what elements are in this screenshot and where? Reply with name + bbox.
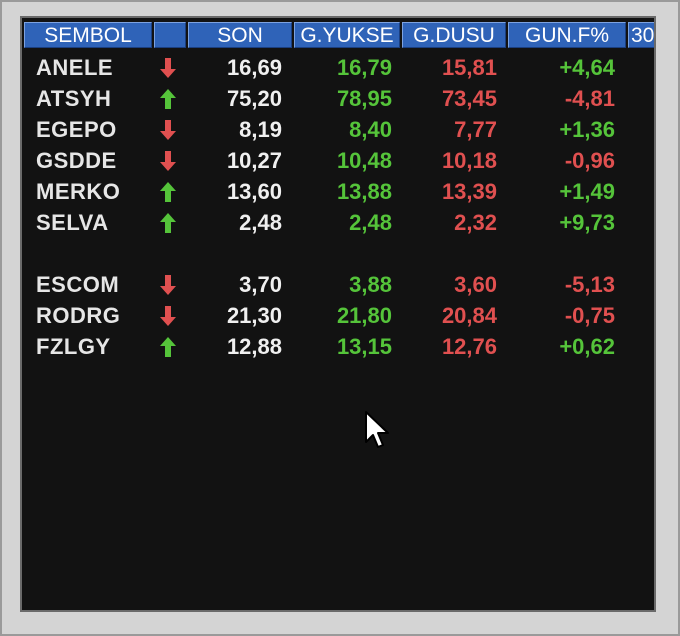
day-high-cell: 3,88	[349, 272, 392, 297]
day-low-cell: 10,18	[441, 148, 497, 173]
symbol-cell: ATSYH	[36, 86, 112, 111]
table-row[interactable]: SELVA 2,48 2,48 2,32 +9,73	[22, 207, 654, 238]
table-row[interactable]: EGEPO 8,19 8,40 7,77 +1,36	[22, 114, 654, 145]
day-high-cell: 10,48	[336, 148, 392, 173]
arrow-down-icon	[158, 269, 182, 300]
column-header-extra[interactable]: 30	[628, 22, 654, 48]
stock-table-panel: SEMBOL SON G.YUKSE G.DUSU GUN.F% 30 ANEL…	[20, 16, 656, 612]
day-low-cell: 73,45	[441, 86, 497, 111]
symbol-cell: GSDDE	[36, 148, 117, 173]
table-row[interactable]: GSDDE 10,27 10,48 10,18 -0,96	[22, 145, 654, 176]
last-price-cell: 75,20	[226, 86, 282, 111]
day-high-cell: 8,40	[349, 117, 392, 142]
daily-change-cell: -0,96	[564, 148, 615, 173]
symbol-cell: EGEPO	[36, 117, 117, 142]
arrow-down-icon	[158, 145, 182, 176]
day-low-cell: 15,81	[441, 55, 497, 80]
daily-change-cell: +1,36	[559, 117, 615, 142]
column-header-symbol[interactable]: SEMBOL	[24, 22, 152, 48]
arrow-down-icon	[158, 52, 182, 83]
daily-change-cell: +1,49	[559, 179, 615, 204]
day-low-cell: 20,84	[441, 303, 497, 328]
column-header-direction[interactable]	[154, 22, 186, 48]
table-row[interactable]: MERKO 13,60 13,88 13,39 +1,49	[22, 176, 654, 207]
mouse-pointer-icon	[364, 410, 390, 455]
table-header: SEMBOL SON G.YUKSE G.DUSU GUN.F% 30	[22, 18, 654, 50]
symbol-cell: ANELE	[36, 55, 114, 80]
symbol-cell: RODRG	[36, 303, 121, 328]
last-price-cell: 13,60	[226, 179, 282, 204]
table-row[interactable]: FZLGY 12,88 13,15 12,76 +0,62	[22, 331, 654, 362]
symbol-cell: MERKO	[36, 179, 121, 204]
daily-change-cell: -0,75	[564, 303, 615, 328]
column-header-son[interactable]: SON	[188, 22, 292, 48]
arrow-up-icon	[158, 207, 182, 238]
arrow-down-icon	[158, 114, 182, 145]
day-low-cell: 3,60	[454, 272, 497, 297]
symbol-cell: FZLGY	[36, 334, 111, 359]
last-price-cell: 21,30	[226, 303, 282, 328]
day-low-cell: 12,76	[441, 334, 497, 359]
daily-change-cell: +0,62	[559, 334, 615, 359]
last-price-cell: 10,27	[226, 148, 282, 173]
table-row[interactable]: RODRG 21,30 21,80 20,84 -0,75	[22, 300, 654, 331]
day-high-cell: 2,48	[349, 210, 392, 235]
day-low-cell: 13,39	[441, 179, 497, 204]
daily-change-cell: +9,73	[559, 210, 615, 235]
day-low-cell: 2,32	[454, 210, 497, 235]
last-price-cell: 2,48	[239, 210, 282, 235]
symbol-cell: SELVA	[36, 210, 109, 235]
arrow-up-icon	[158, 176, 182, 207]
last-price-cell: 8,19	[239, 117, 282, 142]
window-frame: SEMBOL SON G.YUKSE G.DUSU GUN.F% 30 ANEL…	[0, 0, 680, 636]
day-high-cell: 78,95	[336, 86, 392, 111]
day-high-cell: 13,88	[336, 179, 392, 204]
day-high-cell: 16,79	[336, 55, 392, 80]
day-high-cell: 13,15	[336, 334, 392, 359]
day-low-cell: 7,77	[454, 117, 497, 142]
table-body: ANELE 16,69 16,79 15,81 +4,64 ATSYH 75,20 78,95…	[22, 52, 654, 362]
last-price-cell: 12,88	[226, 334, 282, 359]
symbol-cell: ESCOM	[36, 272, 120, 297]
daily-change-cell: -4,81	[564, 86, 615, 111]
column-header-low[interactable]: G.DUSU	[402, 22, 506, 48]
table-row[interactable]: ANELE 16,69 16,79 15,81 +4,64	[22, 52, 654, 83]
daily-change-cell: +4,64	[559, 55, 615, 80]
daily-change-cell: -5,13	[564, 272, 615, 297]
table-row[interactable]: ESCOM 3,70 3,88 3,60 -5,13	[22, 269, 654, 300]
arrow-down-icon	[158, 300, 182, 331]
arrow-up-icon	[158, 331, 182, 362]
column-header-change[interactable]: GUN.F%	[508, 22, 626, 48]
arrow-up-icon	[158, 83, 182, 114]
last-price-cell: 16,69	[226, 55, 282, 80]
table-row[interactable]: ATSYH 75,20 78,95 73,45 -4,81	[22, 83, 654, 114]
column-header-high[interactable]: G.YUKSE	[294, 22, 400, 48]
day-high-cell: 21,80	[336, 303, 392, 328]
last-price-cell: 3,70	[239, 272, 282, 297]
